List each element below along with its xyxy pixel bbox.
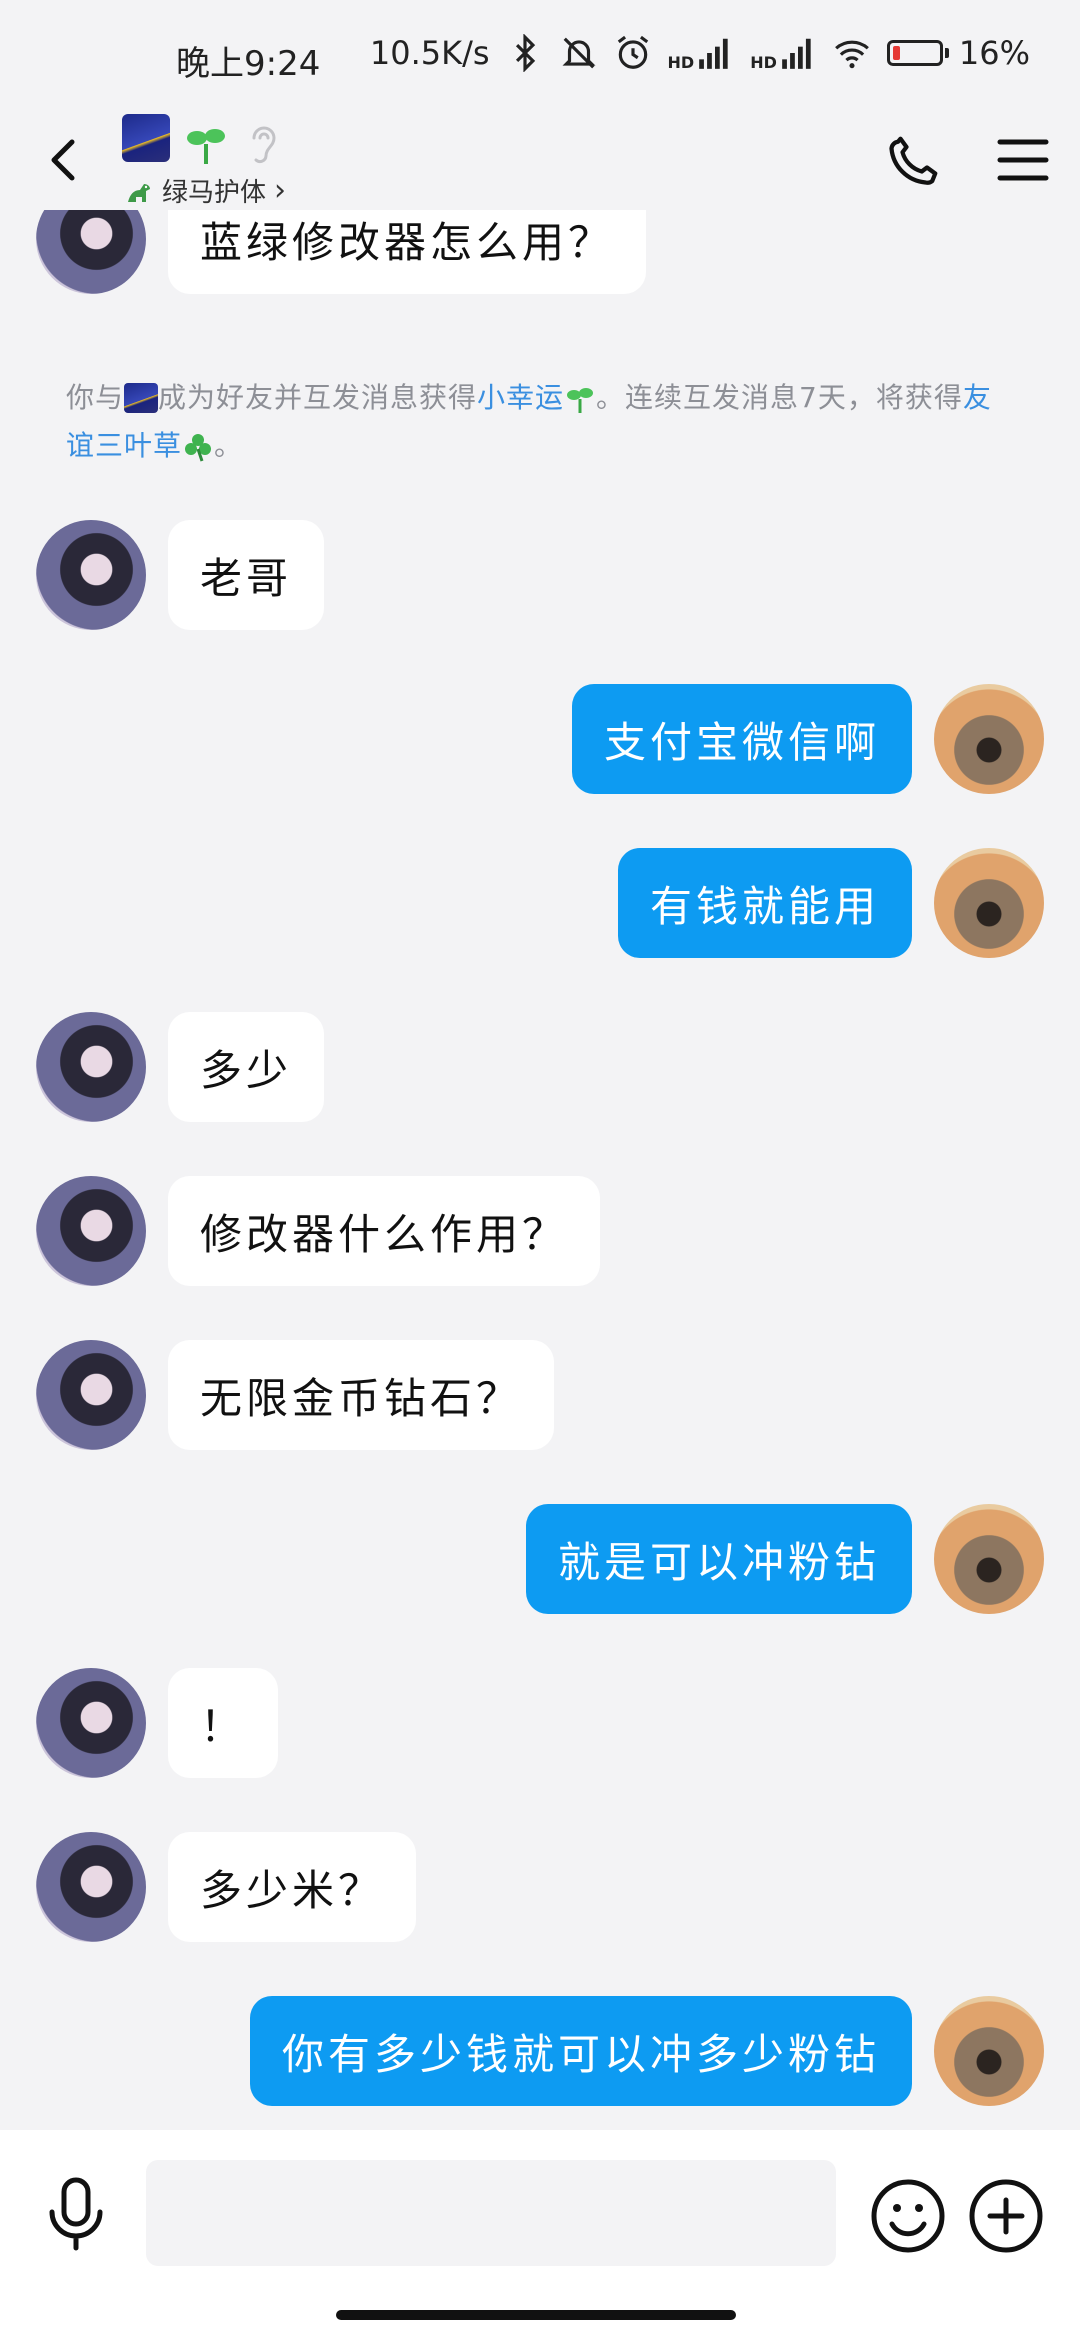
message-row: 老哥 xyxy=(0,520,1080,630)
outgoing-message-bubble[interactable]: 有钱就能用 xyxy=(617,848,912,958)
message-row: 蓝绿修改器怎么用？ xyxy=(0,210,1080,334)
message-input[interactable] xyxy=(146,2160,836,2266)
incoming-message-bubble[interactable]: 多少米？ xyxy=(168,1832,417,1942)
chat-area[interactable]: 蓝绿修改器怎么用？ 你与 成为好友并互发消息获得小幸运 。连续互发消息7天，将获得友… xyxy=(0,210,1080,2130)
input-bar xyxy=(0,2130,1080,2340)
message-row: 支付宝微信啊 xyxy=(0,684,1080,794)
message-row: 就是可以冲粉钻 xyxy=(0,1504,1080,1614)
incoming-message-bubble[interactable]: 无限金币钻石？ xyxy=(168,1340,555,1450)
avatar[interactable] xyxy=(36,1832,146,1942)
avatar[interactable] xyxy=(36,1176,146,1286)
guard-label: 绿马护体 xyxy=(162,178,267,208)
avatar[interactable] xyxy=(36,1340,146,1450)
avatar[interactable] xyxy=(934,848,1044,958)
message-row: 多少米？ xyxy=(0,1832,1080,1942)
status-time: 晚上9:24 xyxy=(176,44,321,84)
bluetooth-icon xyxy=(515,34,535,72)
message-row: 无限金币钻石？ xyxy=(0,1340,1080,1450)
outgoing-message-bubble[interactable]: 就是可以冲粉钻 xyxy=(525,1504,912,1614)
avatar[interactable] xyxy=(934,684,1044,794)
battery-icon xyxy=(886,40,943,66)
clover-icon xyxy=(185,434,212,462)
status-icons: 10.5K/s HD HD 16% xyxy=(370,34,1030,72)
emoji-icon[interactable] xyxy=(870,2178,946,2254)
hd-label: HD xyxy=(750,53,777,72)
battery: 16% xyxy=(886,34,1030,72)
wifi-icon xyxy=(834,40,869,69)
guard-tag[interactable]: 绿马护体 › xyxy=(124,172,286,209)
message-bubble[interactable]: 蓝绿修改器怎么用？ xyxy=(168,210,647,294)
chevron-right-icon: › xyxy=(274,173,287,208)
avatar[interactable] xyxy=(36,1012,146,1122)
notice-text: 你与 xyxy=(66,381,125,414)
home-indicator xyxy=(336,2310,736,2320)
plus-icon[interactable] xyxy=(968,2178,1044,2254)
microphone-icon[interactable] xyxy=(40,2174,112,2254)
message-row: 多少 xyxy=(0,1012,1080,1122)
friendship-notice: 你与 成为好友并互发消息获得小幸运 。连续互发消息7天，将获得友谊三叶草。 xyxy=(66,374,1016,470)
notice-text: 。 xyxy=(214,429,244,462)
outgoing-message-bubble[interactable]: 你有多少钱就可以冲多少粉钻 xyxy=(249,1996,912,2106)
friend-avatar-mini xyxy=(124,383,159,413)
alarm-icon xyxy=(617,35,648,69)
mute-icon xyxy=(562,37,596,69)
message-row: 有钱就能用 xyxy=(0,848,1080,958)
outgoing-message-bubble[interactable]: 支付宝微信啊 xyxy=(571,684,912,794)
sprout-icon[interactable] xyxy=(184,122,228,166)
lucky-link[interactable]: 小幸运 xyxy=(477,381,564,414)
message-row: 你有多少钱就可以冲多少粉钻 xyxy=(0,1996,1080,2106)
back-icon[interactable] xyxy=(36,130,96,190)
message-row: ！ xyxy=(0,1668,1080,1778)
battery-percent: 16% xyxy=(958,34,1030,72)
incoming-message-bubble[interactable]: 多少 xyxy=(168,1012,325,1122)
message-row: 修改器什么作用？ xyxy=(0,1176,1080,1286)
incoming-message-bubble[interactable]: 老哥 xyxy=(168,520,325,630)
incoming-message-bubble[interactable]: 修改器什么作用？ xyxy=(168,1176,601,1286)
network-speed: 10.5K/s xyxy=(369,34,490,72)
friend-avatar[interactable] xyxy=(122,114,170,162)
menu-icon[interactable] xyxy=(994,132,1052,188)
phone-icon[interactable] xyxy=(884,130,944,190)
signal-icon xyxy=(699,38,728,69)
sprout-icon xyxy=(567,388,594,413)
notice-text: 成为好友并互发消息获得 xyxy=(158,381,478,414)
hd-label: HD xyxy=(667,53,695,72)
ear-icon[interactable] xyxy=(244,118,284,166)
avatar[interactable] xyxy=(934,1996,1044,2106)
avatar[interactable] xyxy=(934,1504,1044,1614)
avatar[interactable] xyxy=(36,520,146,630)
incoming-message-bubble[interactable]: ！ xyxy=(168,1668,279,1778)
avatar[interactable] xyxy=(36,1668,146,1778)
avatar[interactable] xyxy=(36,210,146,294)
chat-header: 绿马护体 › xyxy=(0,110,1080,210)
status-bar: 晚上9:24 10.5K/s HD HD 16% xyxy=(0,0,1080,118)
signal-icon xyxy=(782,38,811,69)
notice-text: 。连续互发消息7天，将获得 xyxy=(596,381,963,414)
dinosaur-icon xyxy=(128,183,150,202)
